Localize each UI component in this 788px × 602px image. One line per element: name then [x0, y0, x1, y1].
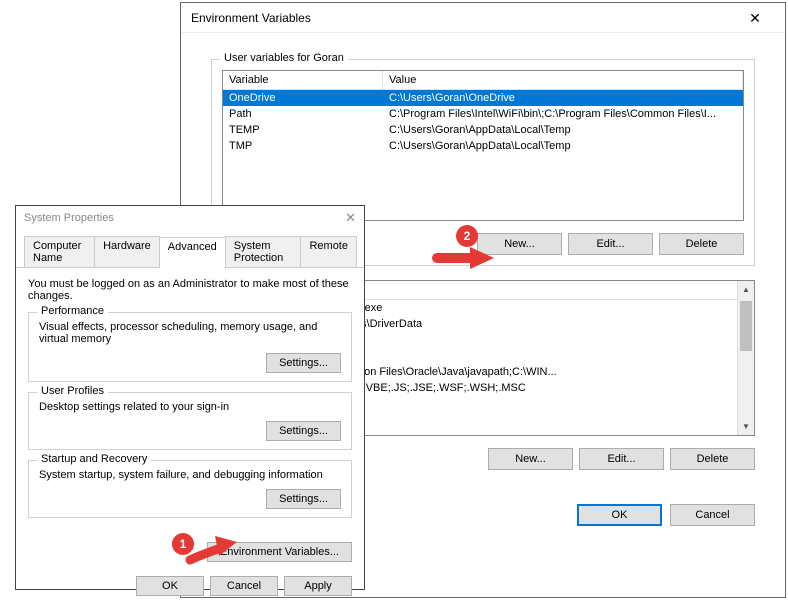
col-variable[interactable]: Variable — [223, 71, 383, 89]
tab-advanced[interactable]: Advanced — [159, 237, 226, 268]
admin-note: You must be logged on as an Administrato… — [28, 278, 352, 302]
sys-delete-button[interactable]: Delete — [670, 448, 755, 470]
tab-hardware[interactable]: Hardware — [94, 236, 160, 267]
user-profiles-settings-button[interactable]: Settings... — [266, 421, 341, 441]
user-vars-table[interactable]: Variable Value OneDrive C:\Users\Goran\O… — [222, 70, 744, 221]
env-titlebar[interactable]: Environment Variables ✕ — [181, 3, 785, 33]
performance-desc: Visual effects, processor scheduling, me… — [39, 321, 341, 345]
user-edit-button[interactable]: Edit... — [568, 233, 653, 255]
tab-system-protection[interactable]: System Protection — [225, 236, 302, 267]
performance-label: Performance — [37, 305, 108, 317]
scroll-up-icon[interactable]: ▲ — [738, 281, 754, 298]
sys-titlebar[interactable]: System Properties ✕ — [16, 206, 364, 230]
user-profiles-label: User Profiles — [37, 385, 108, 397]
startup-label: Startup and Recovery — [37, 453, 151, 465]
user-delete-button[interactable]: Delete — [659, 233, 744, 255]
sys-apply-button[interactable]: Apply — [284, 576, 352, 596]
close-icon[interactable]: ✕ — [345, 210, 356, 226]
performance-settings-button[interactable]: Settings... — [266, 353, 341, 373]
environment-variables-button[interactable]: Environment Variables... — [207, 542, 352, 562]
startup-desc: System startup, system failure, and debu… — [39, 469, 341, 481]
col-value[interactable]: Value — [383, 71, 743, 89]
env-title: Environment Variables — [191, 11, 311, 25]
sys-tabs: Computer Name Hardware Advanced System P… — [16, 230, 364, 268]
performance-group: Performance Visual effects, processor sc… — [28, 312, 352, 382]
tab-computer-name[interactable]: Computer Name — [24, 236, 95, 267]
table-row[interactable]: Path C:\Program Files\Intel\WiFi\bin\;C:… — [223, 106, 743, 122]
table-row[interactable]: OneDrive C:\Users\Goran\OneDrive — [223, 90, 743, 106]
sys-title: System Properties — [24, 212, 114, 224]
table-header[interactable]: Variable Value — [223, 71, 743, 90]
sys-cancel-button[interactable]: Cancel — [210, 576, 278, 596]
user-new-button[interactable]: New... — [477, 233, 562, 255]
annotation-badge-2: 2 — [456, 225, 478, 247]
table-row[interactable]: TMP C:\Users\Goran\AppData\Local\Temp — [223, 138, 743, 154]
cancel-button[interactable]: Cancel — [670, 504, 755, 526]
close-icon[interactable]: ✕ — [735, 5, 775, 31]
table-row[interactable]: TEMP C:\Users\Goran\AppData\Local\Temp — [223, 122, 743, 138]
sys-edit-button[interactable]: Edit... — [579, 448, 664, 470]
ok-button[interactable]: OK — [577, 504, 662, 526]
sys-new-button[interactable]: New... — [488, 448, 573, 470]
scrollbar[interactable]: ▲ ▼ — [737, 281, 754, 435]
scroll-down-icon[interactable]: ▼ — [738, 418, 754, 435]
startup-group: Startup and Recovery System startup, sys… — [28, 460, 352, 518]
scroll-thumb[interactable] — [740, 301, 752, 351]
annotation-badge-1: 1 — [172, 533, 194, 555]
sys-ok-button[interactable]: OK — [136, 576, 204, 596]
startup-settings-button[interactable]: Settings... — [266, 489, 341, 509]
user-vars-label: User variables for Goran — [220, 52, 348, 64]
user-profiles-desc: Desktop settings related to your sign-in — [39, 401, 341, 413]
system-properties-window: System Properties ✕ Computer Name Hardwa… — [15, 205, 365, 590]
user-profiles-group: User Profiles Desktop settings related t… — [28, 392, 352, 450]
tab-remote[interactable]: Remote — [300, 236, 357, 267]
